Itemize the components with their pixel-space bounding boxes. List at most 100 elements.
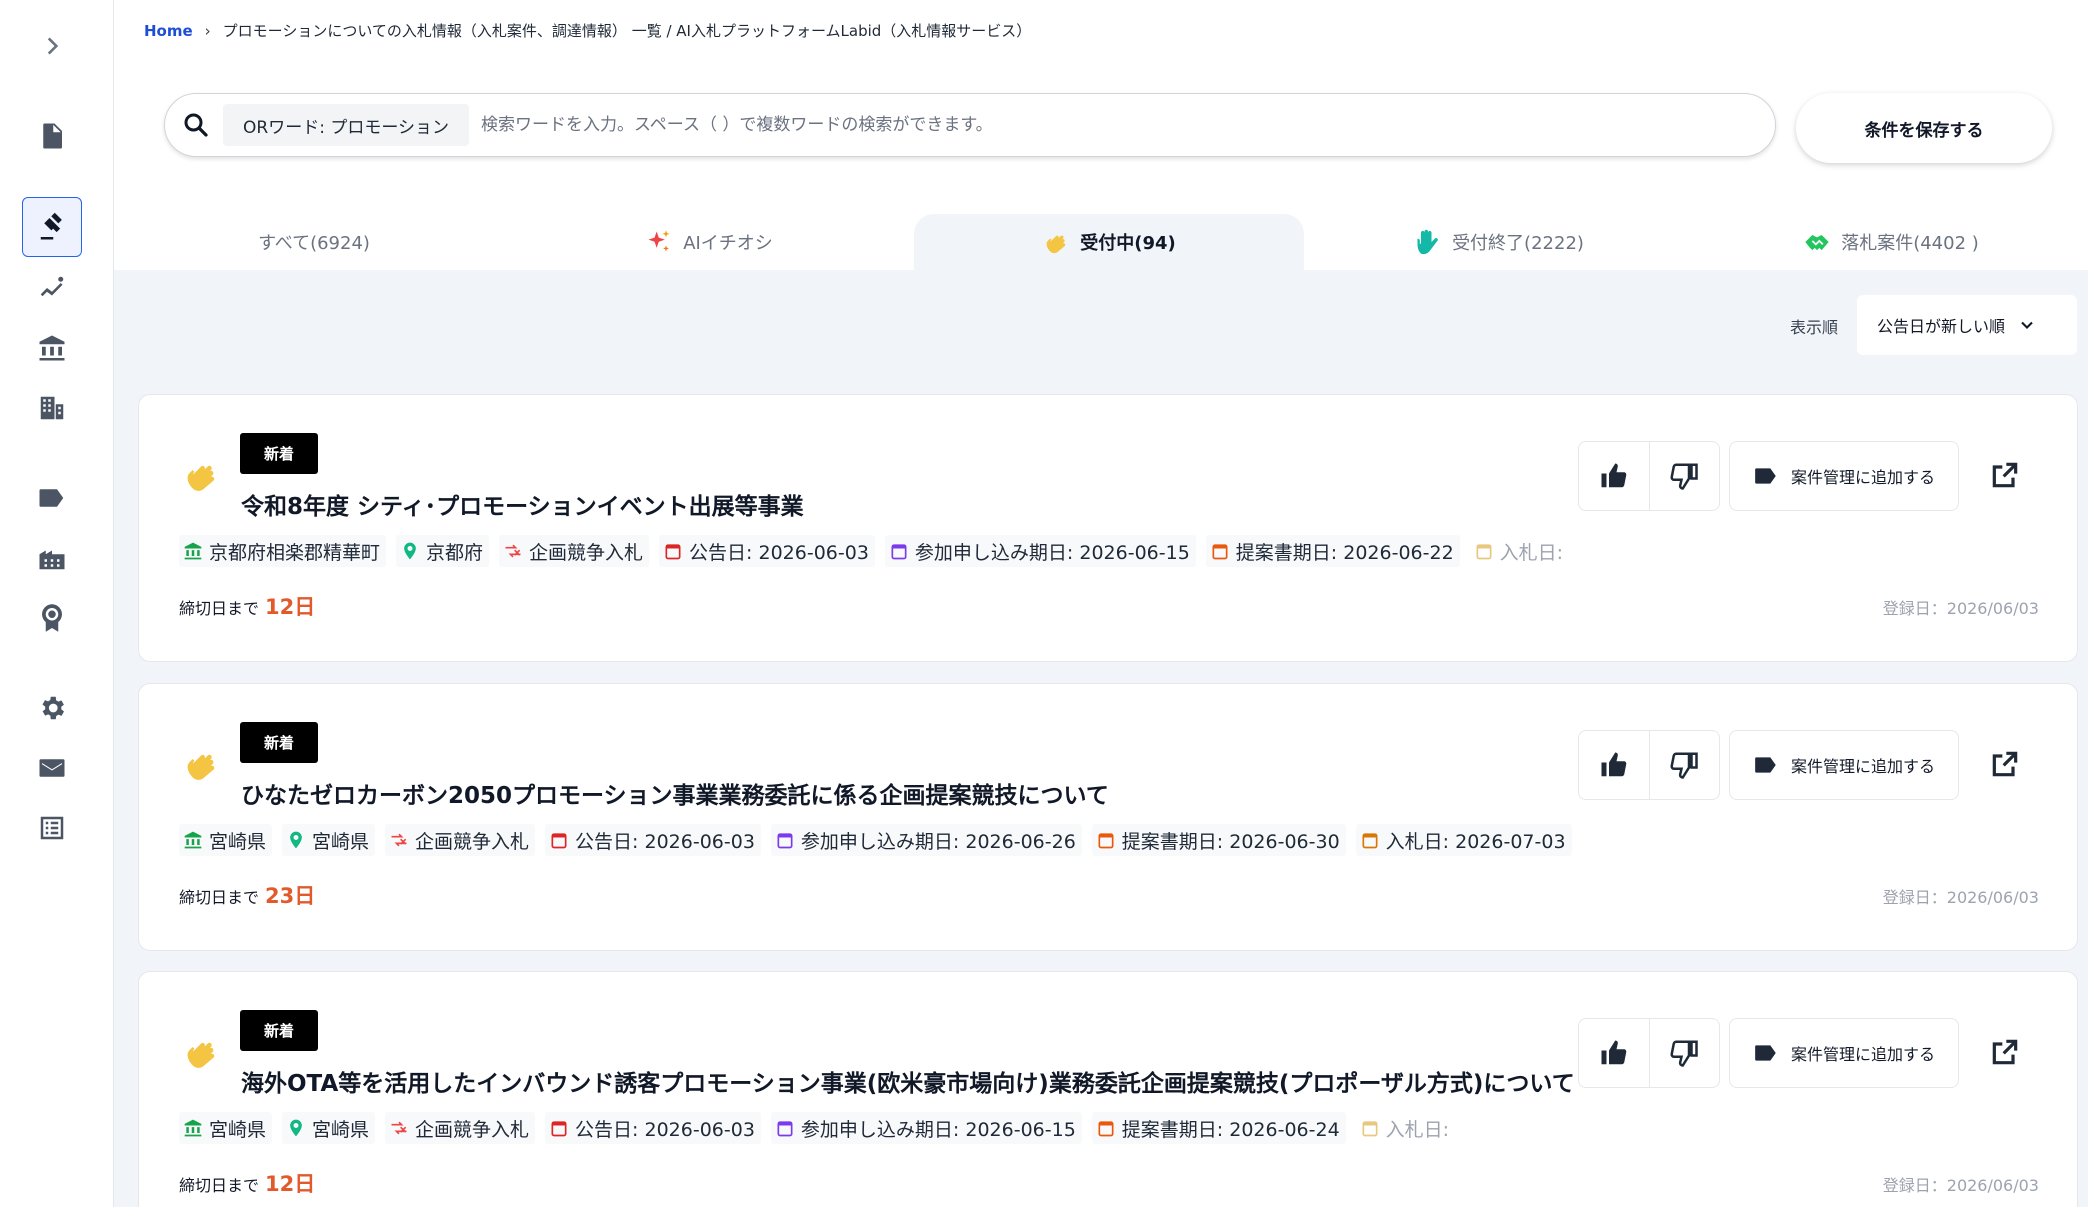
sidebar-item-awards[interactable] (22, 588, 82, 648)
location-pin-icon (290, 831, 302, 849)
tab-closed[interactable]: 受付終了(2222) (1304, 214, 1694, 270)
mail-icon (39, 759, 65, 777)
card-title[interactable]: ひなたゼロカーボン2050プロモーション事業業務委託に係る企画提案競技について (241, 776, 1109, 810)
published-date-chip: 公告日: 2026-06-03 (659, 535, 875, 567)
building-icon (40, 396, 64, 420)
institution-icon (184, 542, 202, 560)
sort-selected-value: 公告日が新しい順 (1877, 317, 2006, 336)
sidebar-item-agencies[interactable] (22, 318, 82, 378)
search-bar: ORワード: プロモーション (164, 93, 1776, 157)
proposal-deadline-text: 提案書期日: 2026-06-24 (1121, 1118, 1340, 1141)
expand-sidebar-button[interactable] (22, 16, 82, 76)
proposal-deadline-text: 提案書期日: 2026-06-22 (1235, 541, 1454, 564)
apply-deadline-chip: 参加申し込み期日: 2026-06-26 (770, 824, 1082, 856)
new-badge: 新着 (240, 722, 318, 763)
calendar-icon (665, 544, 681, 560)
bid-date-chip: 入札日: (1356, 1112, 1455, 1144)
calendar-icon (1098, 1121, 1114, 1137)
sidebar-item-settings[interactable] (22, 678, 82, 738)
sidebar-item-documents[interactable] (22, 106, 82, 166)
open-external-button[interactable] (1989, 1036, 2021, 1068)
breadcrumb-home-link[interactable]: Home (144, 22, 193, 40)
card-title[interactable]: 海外OTA等を活用したインバウンド誘客プロモーション事業(欧米豪市場向け)業務委… (241, 1064, 1575, 1098)
tab-open[interactable]: 受付中(94) (914, 214, 1304, 270)
bid-card[interactable]: 新着 令和8年度 シティ･プロモーションイベント出展等事業 京都府相楽郡精華町 … (138, 394, 2078, 662)
breadcrumb-separator-icon: › (204, 21, 211, 40)
prefecture-chip: 宮崎県 (282, 824, 376, 856)
deadline-countdown: 締切日まで 12日 (179, 591, 315, 621)
sidebar-item-list[interactable] (22, 798, 82, 858)
tab-awarded[interactable]: 落札案件(4402 ) (1694, 214, 2088, 270)
waving-hand-icon (187, 465, 215, 491)
calendar-icon (551, 1121, 567, 1137)
published-date-text: 公告日: 2026-06-03 (575, 830, 755, 853)
vote-group (1578, 1018, 1720, 1088)
sidebar-item-analytics[interactable] (22, 258, 82, 318)
new-badge: 新着 (240, 1010, 318, 1051)
sidebar-item-bids[interactable] (22, 197, 82, 257)
tab-ai-pick[interactable]: AIイチオシ (514, 214, 904, 270)
proposal-deadline-chip: 提案書期日: 2026-06-24 (1091, 1112, 1346, 1144)
tab-all[interactable]: すべて(6924) (114, 214, 514, 270)
thumb-up-button[interactable] (1579, 1019, 1649, 1087)
calendar-icon (1476, 544, 1492, 560)
gear-icon (42, 696, 64, 720)
label-icon (39, 489, 64, 507)
card-title[interactable]: 令和8年度 シティ･プロモーションイベント出展等事業 (241, 487, 804, 521)
status-tabs: すべて(6924) AIイチオシ 受付中(94) 受付終了(2222) 落札案件… (114, 214, 2088, 270)
new-badge: 新着 (240, 433, 318, 474)
prefecture-chip: 京都府 (396, 535, 490, 567)
sidebar-item-organizations[interactable] (22, 528, 82, 588)
bid-type-text: 企画競争入札 (415, 830, 530, 853)
location-pin-icon (290, 1119, 302, 1137)
sort-select[interactable]: 公告日が新しい順 (1857, 295, 2077, 355)
sidebar (0, 0, 114, 1207)
save-conditions-button[interactable]: 条件を保存する (1796, 93, 2052, 163)
tab-label: すべて(6924) (258, 233, 370, 254)
org-text: 京都府相楽郡精華町 (209, 541, 381, 564)
thumb-up-button[interactable] (1579, 442, 1649, 510)
deadline-days: 23日 (265, 884, 316, 908)
card-meta: 京都府相楽郡精華町 京都府 企画競争入札 公告日: 2026-06-03 参加申… (179, 535, 1569, 567)
org-chip: 京都府相楽郡精華町 (179, 535, 387, 567)
thumb-up-button[interactable] (1579, 731, 1649, 799)
bid-card[interactable]: 新着 海外OTA等を活用したインバウンド誘客プロモーション事業(欧米豪市場向け)… (138, 971, 2078, 1207)
raised-hand-icon (1417, 229, 1438, 255)
sidebar-item-tags[interactable] (22, 468, 82, 528)
sparkle-icon (648, 230, 670, 252)
calendar-icon (1362, 1121, 1378, 1137)
waving-hand-icon (187, 1042, 215, 1068)
handshake-icon (1805, 235, 1829, 251)
prefecture-text: 京都府 (426, 541, 484, 564)
calendar-icon (1362, 833, 1378, 849)
thumb-down-button[interactable] (1648, 1019, 1720, 1087)
external-link-icon (1992, 462, 2018, 488)
apply-deadline-text: 参加申し込み期日: 2026-06-15 (800, 1118, 1076, 1141)
add-to-management-button[interactable]: 案件管理に追加する (1729, 441, 1959, 511)
breadcrumb: Home › プロモーションについての入札情報（入札案件、調達情報） 一覧 / … (144, 20, 1031, 41)
bid-card[interactable]: 新着 ひなたゼロカーボン2050プロモーション事業業務委託に係る企画提案競技につ… (138, 683, 2078, 951)
open-external-button[interactable] (1989, 748, 2021, 780)
deadline-prefix: 締切日まで (179, 599, 260, 618)
thumb-down-button[interactable] (1648, 731, 1720, 799)
label-icon (1755, 468, 1776, 484)
sidebar-item-companies[interactable] (22, 378, 82, 438)
add-to-management-button[interactable]: 案件管理に追加する (1729, 730, 1959, 800)
location-pin-icon (404, 542, 416, 560)
or-word-chip[interactable]: ORワード: プロモーション (223, 104, 469, 146)
vote-group (1578, 441, 1720, 511)
chevron-right-icon (47, 37, 59, 55)
open-external-button[interactable] (1989, 459, 2021, 491)
calendar-icon (777, 1121, 793, 1137)
sidebar-item-mail[interactable] (22, 738, 82, 798)
apply-deadline-text: 参加申し込み期日: 2026-06-15 (914, 541, 1190, 564)
add-to-management-button[interactable]: 案件管理に追加する (1729, 1018, 1959, 1088)
search-input[interactable] (468, 104, 1775, 146)
thumb-down-icon (1670, 463, 1698, 490)
deadline-prefix: 締切日まで (179, 888, 260, 907)
apply-deadline-chip: 参加申し込み期日: 2026-06-15 (770, 1112, 1082, 1144)
card-meta: 宮崎県 宮崎県 企画競争入札 公告日: 2026-06-03 参加申し込み期日:… (179, 824, 1572, 856)
published-date-text: 公告日: 2026-06-03 (689, 541, 869, 564)
bid-type-chip: 企画競争入札 (499, 535, 650, 567)
thumb-down-button[interactable] (1648, 442, 1720, 510)
